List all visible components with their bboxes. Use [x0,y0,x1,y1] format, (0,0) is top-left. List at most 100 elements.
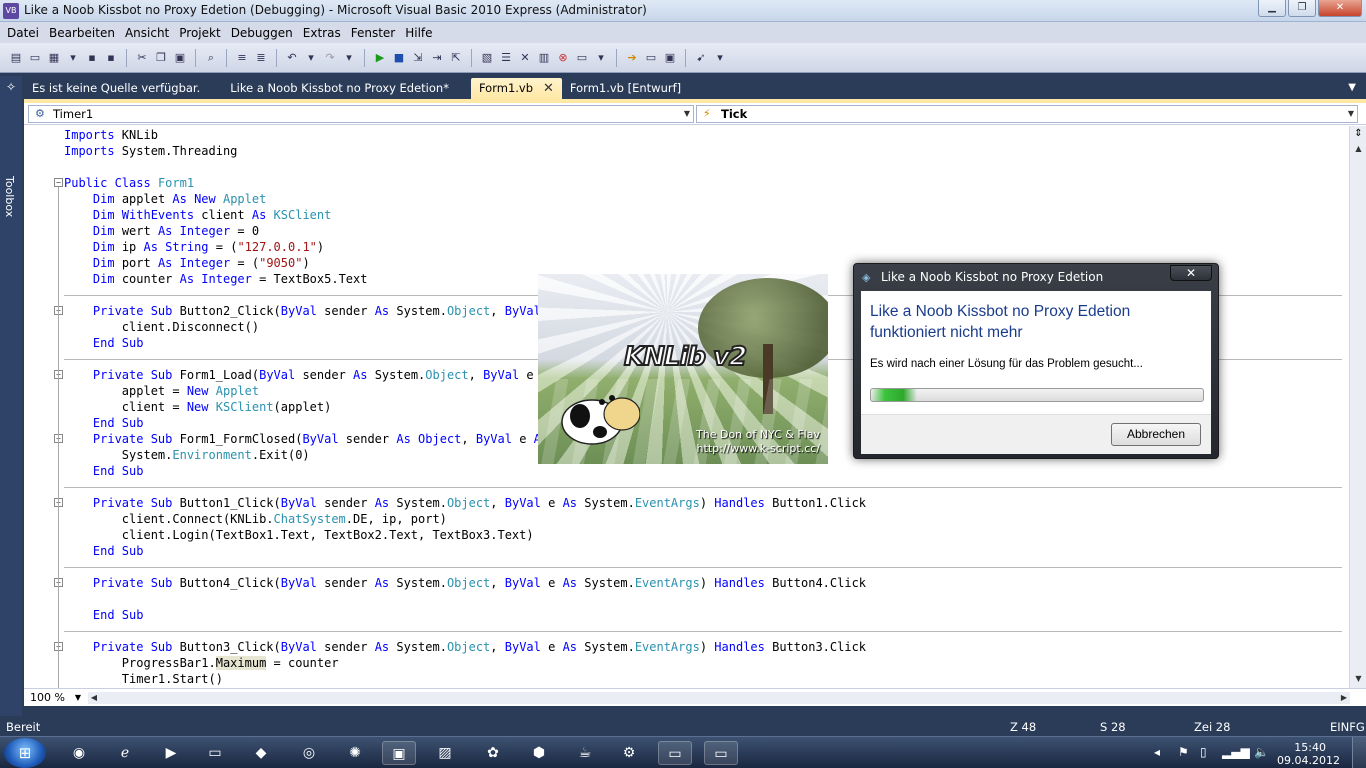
code-line[interactable]: Dim port As Integer = ("9050") [64,255,310,271]
step-into-icon[interactable]: ⇲ [410,50,426,66]
code-line[interactable]: Private Sub Button3_Click(ByVal sender A… [64,639,866,655]
stop-debugging-icon[interactable]: ■ [391,50,407,66]
solution-explorer-icon[interactable]: ▧ [479,50,495,66]
menu-fenster[interactable]: Fenster [346,26,401,40]
scroll-up-icon[interactable]: ▲ [1350,144,1366,158]
toolbox-strip[interactable]: ✧ Toolbox [0,76,22,716]
toolbar-options-icon[interactable]: ▾ [593,50,609,66]
code-line[interactable]: Private Sub Button1_Click(ByVal sender A… [64,495,866,511]
tab-form1-code[interactable]: Form1.vb ✕ [470,78,562,99]
output-icon[interactable]: ▭ [574,50,590,66]
properties-icon[interactable]: ☰ [498,50,514,66]
close-button[interactable]: ✕ [1318,0,1362,17]
code-line[interactable]: Dim counter As Integer = TextBox5.Text [64,271,368,287]
menu-debuggen[interactable]: Debuggen [226,26,298,40]
java-icon[interactable]: ☕ [568,741,602,765]
tab-list-dropdown-icon[interactable]: ▼ [1348,82,1356,93]
error-list-icon[interactable]: ⊗ [555,50,571,66]
redo-dropdown-icon[interactable]: ▾ [341,50,357,66]
find-icon[interactable]: ⌕ [203,50,219,66]
code-line[interactable]: Dim WithEvents client As KSClient [64,207,331,223]
code-line[interactable]: Private Sub Button4_Click(ByVal sender A… [64,575,866,591]
code-line[interactable]: End Sub [64,543,144,559]
breakpoints-icon[interactable]: ▣ [662,50,678,66]
menu-ansicht[interactable]: Ansicht [120,26,174,40]
vertical-scrollbar[interactable]: ⇕ ▲ ▼ [1349,126,1366,688]
internet-explorer-icon[interactable]: ℯ [108,741,142,765]
toolbox-label[interactable]: Toolbox [3,176,16,217]
show-desktop-button[interactable] [1352,737,1366,768]
show-next-statement-icon[interactable]: ➔ [624,50,640,66]
menu-datei[interactable]: Datei [2,26,44,40]
code-line[interactable]: Public Class Form1 [64,175,194,191]
app-icon-4[interactable]: ▨ [428,741,462,765]
explorer-icon[interactable]: ▭ [198,741,232,765]
app-window-icon-1[interactable]: ▭ [658,741,692,765]
network-signal-icon[interactable]: ▂▄▆ [1222,745,1250,759]
split-handle-icon[interactable]: ⇕ [1352,128,1365,142]
chrome-icon[interactable]: ◉ [62,741,96,765]
close-tab-icon[interactable]: ✕ [543,78,554,99]
code-line[interactable]: End Sub [64,335,144,351]
cut-icon[interactable]: ✂ [134,50,150,66]
method-name-combo[interactable]: ⚡ Tick ▼ [696,105,1358,123]
tab-no-source[interactable]: Es ist keine Quelle verfügbar. [24,78,208,99]
chevron-down-icon[interactable]: ▼ [75,691,81,705]
zoom-combo[interactable]: 100 % ▼ [26,691,84,705]
tab-project[interactable]: Like a Noob Kissbot no Proxy Edetion* [222,78,457,99]
code-line[interactable]: Imports System.Threading [64,143,237,159]
app-icon-1[interactable]: ◆ [244,741,278,765]
tab-form1-design[interactable]: Form1.vb [Entwurf] [562,78,689,99]
menu-projekt[interactable]: Projekt [174,26,225,40]
open-file-icon[interactable]: ▭ [27,50,43,66]
code-line[interactable]: client.Disconnect() [64,319,259,335]
code-line[interactable]: applet = New Applet [64,383,259,399]
class-name-combo[interactable]: ⚙ Timer1 ▼ [28,105,694,123]
code-line[interactable]: End Sub [64,607,144,623]
code-line[interactable]: End Sub [64,463,144,479]
menu-extras[interactable]: Extras [298,26,346,40]
media-player-icon[interactable]: ▶ [154,741,188,765]
comment-icon[interactable]: ≡ [234,50,250,66]
dialog-close-button[interactable]: ✕ [1170,265,1212,281]
code-line[interactable]: Timer1.Start() [64,671,223,687]
app-icon-5[interactable]: ✿ [476,741,510,765]
chevron-down-icon[interactable]: ▼ [1348,106,1354,122]
collapse-region-icon[interactable]: − [54,178,63,187]
code-line[interactable]: Dim applet As New Applet [64,191,266,207]
copy-icon[interactable]: ❐ [153,50,169,66]
app-icon-2[interactable]: ◎ [292,741,326,765]
tray-expand-icon[interactable]: ◂ [1154,745,1160,759]
removable-device-icon[interactable]: ▯ [1200,745,1207,759]
visual-basic-taskbar-icon[interactable]: ▣ [382,741,416,765]
continue-icon[interactable]: ▶ [372,50,388,66]
app-window-icon-2[interactable]: ▭ [704,741,738,765]
code-line[interactable]: System.Environment.Exit(0) [64,447,310,463]
chevron-down-icon[interactable]: ▼ [684,106,690,122]
scroll-left-icon[interactable]: ◀ [88,692,100,704]
save-all-icon[interactable]: ▪ [103,50,119,66]
scroll-down-icon[interactable]: ▼ [1350,674,1366,688]
code-line[interactable]: Dim wert As Integer = 0 [64,223,259,239]
clock-date[interactable]: 09.04.2012 [1277,754,1340,767]
object-browser-icon[interactable]: ▥ [536,50,552,66]
dropdown-icon[interactable]: ▾ [65,50,81,66]
step-out-icon[interactable]: ⇱ [448,50,464,66]
horizontal-scrollbar[interactable]: ◀ ▶ [88,692,1350,704]
action-center-flag-icon[interactable]: ⚑ [1178,745,1189,759]
toolbox-icon[interactable]: ✕ [517,50,533,66]
code-line[interactable]: Private Sub Form1_Load(ByVal sender As S… [64,367,555,383]
paste-icon[interactable]: ▣ [172,50,188,66]
maximize-button[interactable]: ❐ [1288,0,1316,17]
save-icon[interactable]: ▪ [84,50,100,66]
undo-dropdown-icon[interactable]: ▾ [303,50,319,66]
toolbar-overflow-icon[interactable]: ▾ [712,50,728,66]
scroll-right-icon[interactable]: ▶ [1338,692,1350,704]
redo-icon[interactable]: ↷ [322,50,338,66]
minimize-button[interactable]: ▁ [1258,0,1286,17]
add-item-icon[interactable]: ▦ [46,50,62,66]
app-icon-3[interactable]: ✺ [338,741,372,765]
clock-time[interactable]: 15:40 [1294,741,1326,754]
code-line[interactable]: End Sub [64,415,144,431]
code-line[interactable]: client.Login(TextBox1.Text, TextBox2.Tex… [64,527,534,543]
